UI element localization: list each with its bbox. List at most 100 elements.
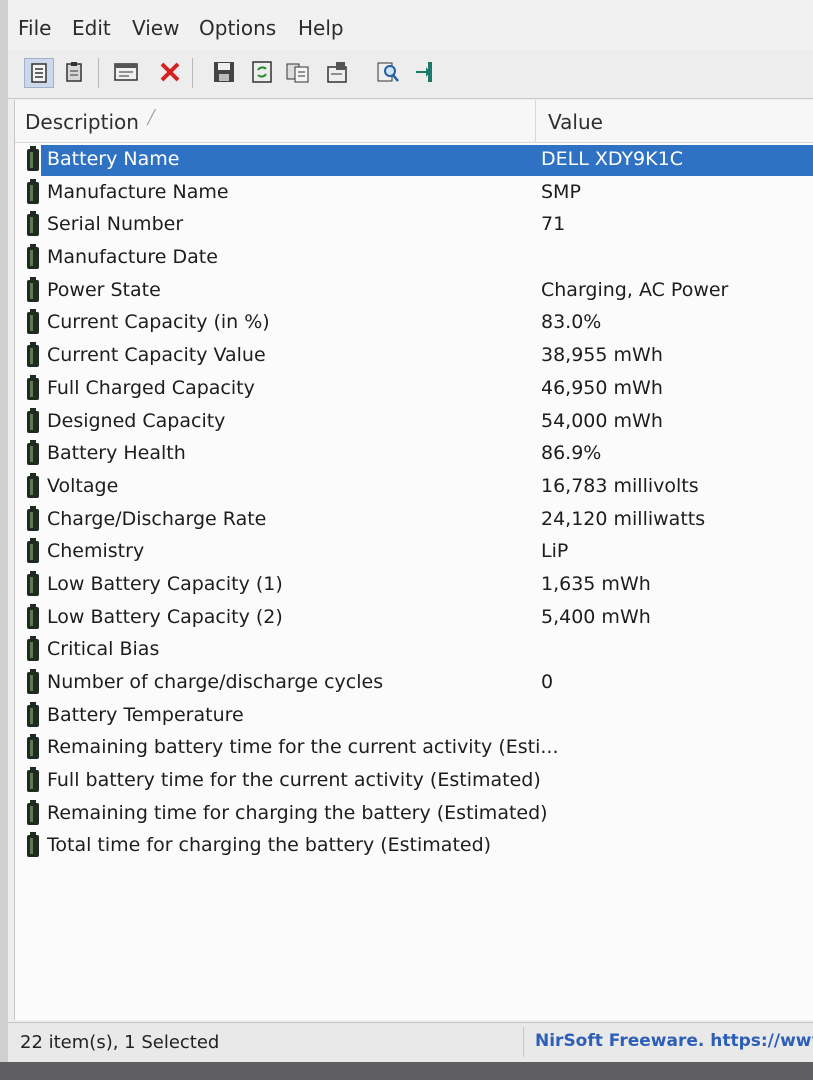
- battery-icon: [27, 146, 39, 171]
- item-description: Number of charge/discharge cycles: [47, 671, 384, 693]
- nirsoft-link[interactable]: NirSoft Freeware. https://www: [535, 1031, 813, 1051]
- list-item[interactable]: Low Battery Capacity (2) 5,400 mWh: [15, 602, 813, 635]
- item-value: Charging, AC Power: [541, 278, 729, 301]
- item-value: 24,120 milliwatts: [541, 507, 706, 530]
- item-value: 54,000 mWh: [541, 409, 663, 432]
- battery-icon: [27, 505, 39, 531]
- list-item[interactable]: Chemistry LiP: [15, 536, 813, 569]
- item-value: 71: [541, 213, 566, 236]
- list-item[interactable]: Full battery time for the current activi…: [15, 765, 813, 798]
- item-value: LiP: [541, 540, 569, 563]
- item-description: Remaining battery time for the current a…: [47, 736, 559, 759]
- list-item[interactable]: Manufacture Date: [15, 242, 813, 275]
- column-header-description[interactable]: Description: [25, 110, 139, 134]
- background-window-edge: [0, 0, 8, 1062]
- list-item[interactable]: Designed Capacity 54,000 mWh: [15, 406, 813, 439]
- item-description: Low Battery Capacity (2): [47, 605, 283, 628]
- toolbar-separator: [192, 58, 193, 88]
- item-value: 86.9%: [541, 442, 602, 465]
- menu-bar: File Edit View Options Help: [8, 0, 813, 50]
- list-item[interactable]: Serial Number 71: [15, 209, 813, 242]
- list-item[interactable]: Battery Name DELL XDY9K1C: [15, 144, 813, 177]
- battery-icon: [27, 211, 39, 237]
- item-description: Manufacture Date: [47, 246, 218, 269]
- item-value: 83.0%: [541, 311, 602, 334]
- list-rows: Battery Name DELL XDY9K1C Manufacture Name…: [15, 144, 813, 863]
- item-description: Battery Temperature: [47, 703, 244, 726]
- exit-icon[interactable]: [412, 58, 440, 86]
- taskbar-edge: [0, 1062, 813, 1080]
- item-description: Charge/Discharge Rate: [47, 507, 267, 530]
- item-description: Low Battery Capacity (1): [47, 572, 283, 595]
- list-item[interactable]: Current Capacity (in %) 83.0%: [15, 307, 813, 340]
- list-item[interactable]: Current Capacity Value 38,955 mWh: [15, 340, 813, 373]
- status-bar: 22 item(s), 1 Selected NirSoft Freeware.…: [8, 1022, 813, 1062]
- battery-info-list[interactable]: Description ╱ Value Battery Name DELL XDY…: [14, 100, 813, 1020]
- battery-icon: [27, 767, 39, 793]
- item-description: Critical Bias: [47, 638, 160, 661]
- item-description: Battery Name: [47, 148, 180, 170]
- find-icon[interactable]: [374, 58, 402, 86]
- list-item[interactable]: Manufacture Name SMP: [15, 177, 813, 210]
- battery-icon: [27, 603, 39, 629]
- app-window: File Edit View Options Help Description …: [8, 0, 813, 1062]
- properties-icon[interactable]: [112, 58, 140, 86]
- item-value: DELL XDY9K1C: [541, 148, 683, 170]
- status-divider: [523, 1027, 524, 1057]
- item-description: Serial Number: [47, 213, 184, 236]
- battery-icon: [27, 374, 39, 400]
- battery-icon: [27, 701, 39, 727]
- item-description: Full battery time for the current activi…: [47, 769, 541, 792]
- column-header-value[interactable]: Value: [548, 110, 603, 134]
- list-item[interactable]: Battery Temperature: [15, 700, 813, 733]
- menu-edit[interactable]: Edit: [70, 16, 113, 40]
- battery-icon: [27, 734, 39, 760]
- save-icon[interactable]: [210, 58, 238, 86]
- battery-icon: [27, 570, 39, 596]
- battery-icon: [27, 832, 39, 858]
- list-item[interactable]: Full Charged Capacity 46,950 mWh: [15, 373, 813, 406]
- item-description: Chemistry: [47, 540, 145, 563]
- item-description: Current Capacity Value: [47, 344, 266, 367]
- delete-icon[interactable]: [156, 58, 184, 86]
- battery-icon: [27, 276, 39, 302]
- item-value: 16,783 millivolts: [541, 474, 699, 497]
- item-description: Voltage: [47, 474, 119, 497]
- menu-options[interactable]: Options: [197, 16, 278, 40]
- item-description: Full Charged Capacity: [47, 376, 255, 399]
- battery-icon: [27, 244, 39, 270]
- item-description: Battery Health: [47, 442, 186, 465]
- list-item[interactable]: Remaining time for charging the battery …: [15, 798, 813, 831]
- list-item[interactable]: Remaining battery time for the current a…: [15, 732, 813, 765]
- advanced-options-icon[interactable]: [324, 58, 352, 86]
- list-item[interactable]: Battery Health 86.9%: [15, 438, 813, 471]
- list-item[interactable]: Power State Charging, AC Power: [15, 275, 813, 308]
- item-description: Designed Capacity: [47, 409, 226, 432]
- list-item[interactable]: Total time for charging the battery (Est…: [15, 830, 813, 863]
- item-description: Manufacture Name: [47, 180, 229, 203]
- item-value: 5,400 mWh: [541, 605, 651, 628]
- menu-help[interactable]: Help: [296, 16, 346, 40]
- list-item[interactable]: Voltage 16,783 millivolts: [15, 471, 813, 504]
- battery-icon: [27, 440, 39, 466]
- toolbar-separator: [98, 58, 99, 88]
- list-item[interactable]: Low Battery Capacity (1) 1,635 mWh: [15, 569, 813, 602]
- toolbar: [8, 50, 813, 99]
- menu-view[interactable]: View: [130, 16, 181, 40]
- battery-icon: [27, 407, 39, 433]
- list-item[interactable]: Number of charge/discharge cycles 0: [15, 667, 813, 700]
- list-header: Description ╱ Value: [15, 100, 813, 143]
- refresh-icon[interactable]: [248, 58, 276, 86]
- list-item[interactable]: Critical Bias: [15, 634, 813, 667]
- menu-file[interactable]: File: [16, 16, 53, 40]
- copy-icon[interactable]: [284, 58, 312, 86]
- item-value: 0: [541, 671, 554, 693]
- html-report-selected-icon[interactable]: [60, 58, 88, 86]
- item-description: Power State: [47, 278, 161, 301]
- column-divider[interactable]: [535, 100, 536, 142]
- list-item[interactable]: Charge/Discharge Rate 24,120 milliwatts: [15, 504, 813, 537]
- html-report-all-icon[interactable]: [24, 58, 54, 88]
- battery-icon: [27, 636, 39, 662]
- battery-icon: [27, 178, 39, 204]
- item-value: SMP: [541, 180, 581, 203]
